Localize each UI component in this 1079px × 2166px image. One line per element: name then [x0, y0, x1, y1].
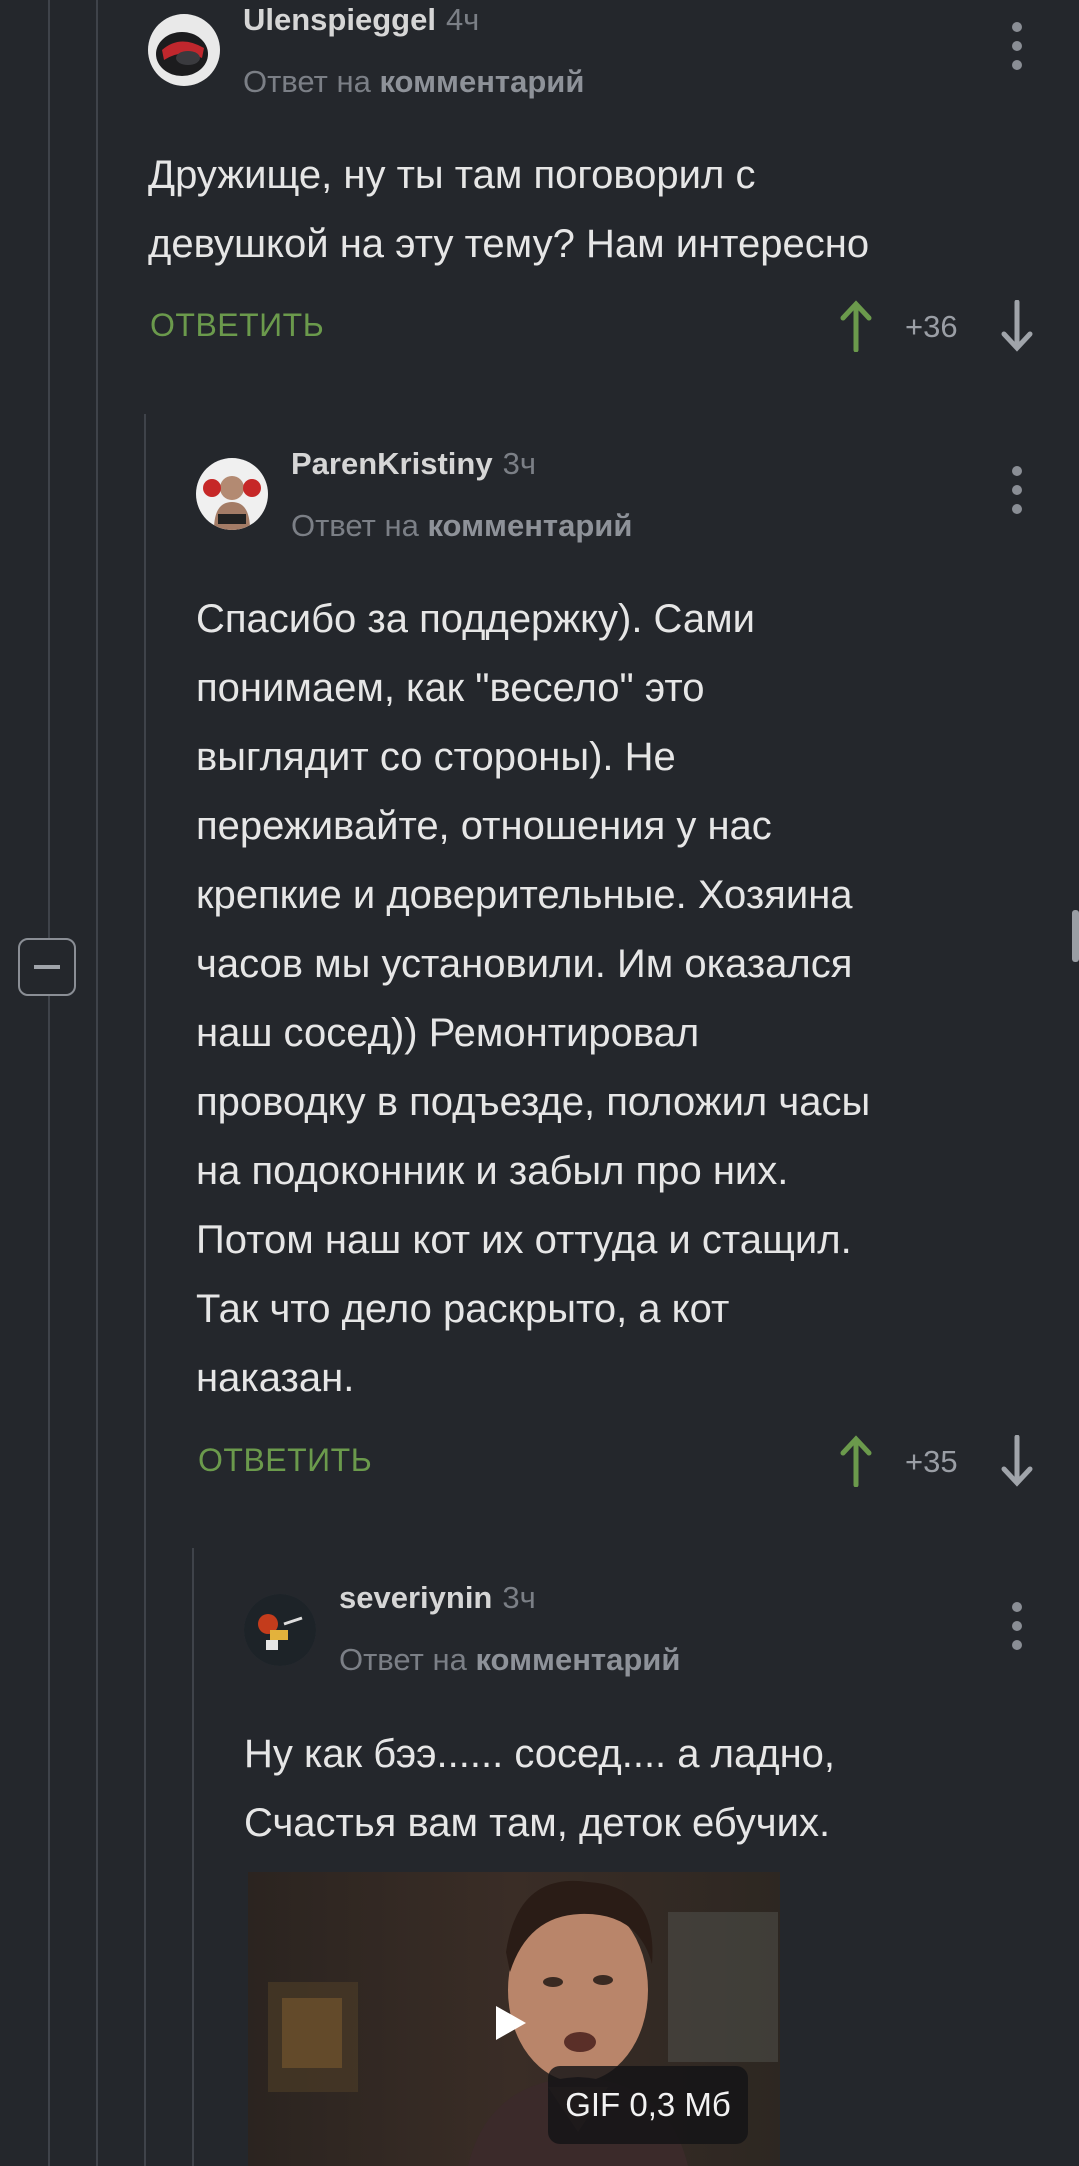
more-vertical-icon[interactable] [1007, 466, 1027, 514]
reply-button[interactable]: ОТВЕТИТЬ [150, 307, 324, 344]
username[interactable]: severiynin 3ч [339, 1580, 536, 1616]
username[interactable]: Ulenspieggel 4ч [243, 2, 479, 38]
comment-time: 4ч [445, 2, 480, 37]
arrow-up-icon[interactable] [838, 1435, 874, 1487]
minus-square-icon [34, 965, 60, 969]
more-vertical-icon[interactable] [1007, 1602, 1027, 1650]
more-vertical-icon[interactable] [1007, 22, 1027, 70]
comment-time: 3ч [502, 1580, 536, 1615]
comment-text: Спасибо за поддержку). Сами понимаем, ка… [196, 597, 871, 1400]
arrow-down-icon[interactable] [999, 300, 1035, 352]
vote-score: +35 [905, 1444, 958, 1479]
thread-line [144, 414, 146, 2166]
reply-to-link[interactable]: Ответ на комментарий [291, 508, 632, 544]
reply-button[interactable]: ОТВЕТИТЬ [198, 1442, 372, 1479]
scrollbar[interactable] [1072, 910, 1079, 962]
collapse-thread-button[interactable] [18, 938, 76, 996]
thread-line [192, 1548, 194, 2166]
vote-score: +36 [905, 309, 958, 344]
reply-to-link[interactable]: Ответ на комментарий [243, 64, 584, 100]
gif-size-badge: GIF 0,3 Мб [548, 2066, 748, 2144]
avatar[interactable] [244, 1594, 316, 1666]
play-icon[interactable] [494, 2004, 528, 2042]
comment: Ulenspieggel 4ч Ответ на комментарий Друж… [0, 0, 1079, 380]
comment-time: 3ч [502, 446, 536, 481]
comment-text: Дружище, ну ты там поговорил с девушкой … [148, 153, 870, 266]
avatar[interactable] [196, 458, 268, 530]
avatar[interactable] [148, 14, 220, 86]
username[interactable]: ParenKristiny 3ч [291, 446, 536, 482]
arrow-down-icon[interactable] [999, 1435, 1035, 1487]
comment-text: Ну как бээ...... сосед.... а ладно, Счас… [244, 1732, 836, 1845]
gif-attachment[interactable]: GIF 0,3 Мб [248, 1872, 780, 2166]
reply-to-link[interactable]: Ответ на комментарий [339, 1642, 680, 1678]
arrow-up-icon[interactable] [838, 300, 874, 352]
